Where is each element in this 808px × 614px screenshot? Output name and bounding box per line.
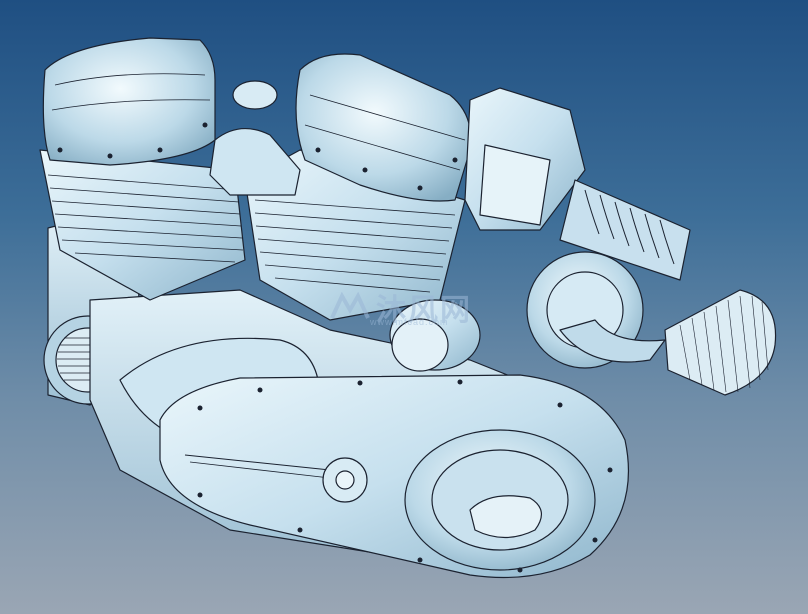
small-pulley [389, 299, 481, 372]
engine-render [39, 37, 777, 579]
supercharger [526, 251, 666, 369]
air-box [464, 87, 586, 231]
air-filter [664, 289, 777, 396]
primary-cover [159, 374, 630, 579]
cad-viewport: 沐风网 www.mfcad.com [0, 0, 808, 614]
intake-manifold [209, 80, 301, 196]
rear-rocker-cover [42, 37, 216, 166]
